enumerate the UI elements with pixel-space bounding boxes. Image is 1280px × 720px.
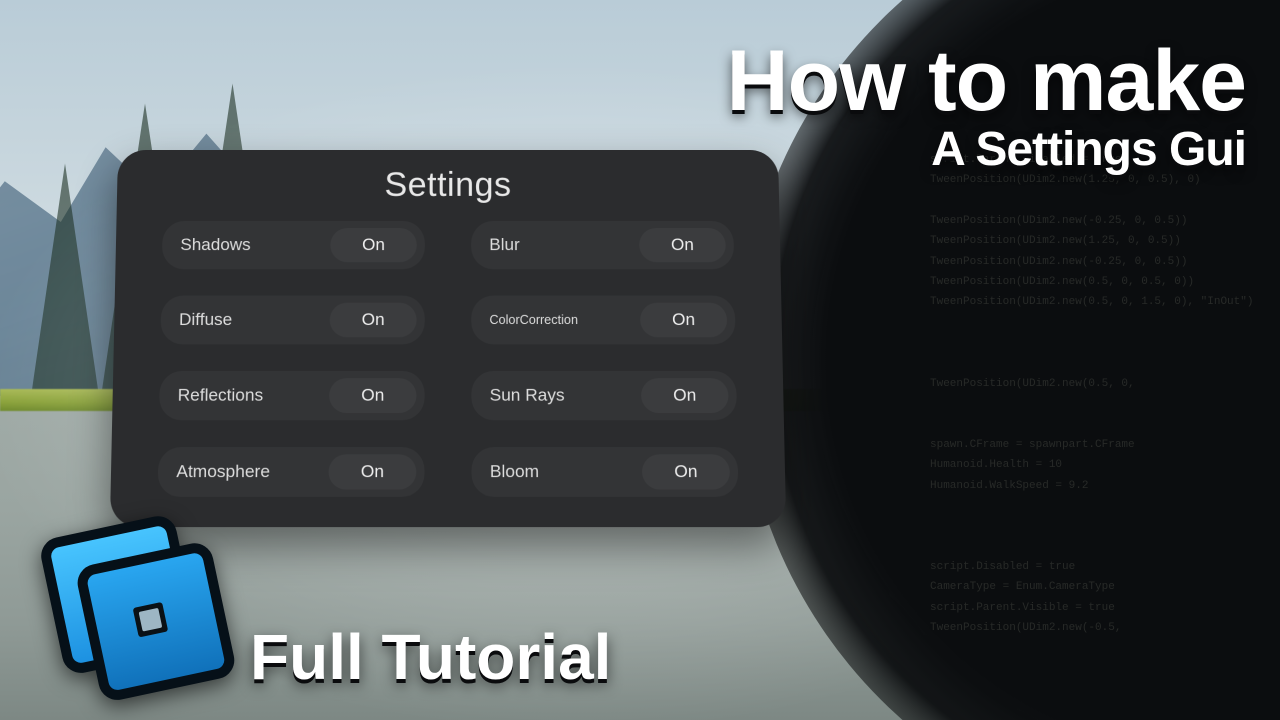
bottom-caption: Full Tutorial bbox=[250, 620, 611, 694]
settings-title: Settings bbox=[117, 166, 779, 205]
setting-label: Diffuse bbox=[179, 310, 330, 330]
setting-label: Shadows bbox=[180, 235, 330, 255]
setting-label: Bloom bbox=[490, 462, 642, 483]
headline-line1: How to make bbox=[727, 32, 1246, 131]
setting-row-atmosphere: Atmosphere On bbox=[158, 447, 425, 497]
toggle-diffuse[interactable]: On bbox=[330, 303, 417, 338]
toggle-sunrays[interactable]: On bbox=[641, 378, 729, 413]
settings-panel: Settings Shadows On Blur On Diffuse On C… bbox=[110, 150, 786, 527]
background-code-snippet: script.Parent.Disabled = true TweenPosit… bbox=[930, 150, 1260, 638]
headline-line2: A Settings Gui bbox=[931, 122, 1246, 177]
setting-label: Reflections bbox=[178, 385, 330, 406]
toggle-blur[interactable]: On bbox=[639, 228, 726, 262]
setting-row-colorcorrection: ColorCorrection On bbox=[471, 296, 735, 345]
settings-grid: Shadows On Blur On Diffuse On ColorCorre… bbox=[110, 217, 785, 497]
toggle-colorcorrection[interactable]: On bbox=[640, 303, 727, 338]
setting-row-diffuse: Diffuse On bbox=[160, 296, 424, 345]
toggle-bloom[interactable]: On bbox=[642, 454, 730, 489]
setting-row-reflections: Reflections On bbox=[159, 371, 425, 420]
setting-row-sunrays: Sun Rays On bbox=[471, 371, 737, 420]
thumbnail-stage: script.Parent.Disabled = true TweenPosit… bbox=[0, 0, 1280, 720]
setting-row-bloom: Bloom On bbox=[471, 447, 738, 497]
setting-row-blur: Blur On bbox=[471, 221, 734, 269]
setting-row-shadows: Shadows On bbox=[162, 221, 425, 269]
toggle-reflections[interactable]: On bbox=[329, 378, 417, 413]
setting-label: Atmosphere bbox=[176, 462, 328, 483]
toggle-shadows[interactable]: On bbox=[330, 228, 417, 262]
setting-label: Sun Rays bbox=[490, 385, 642, 406]
toggle-atmosphere[interactable]: On bbox=[328, 454, 416, 489]
setting-label: ColorCorrection bbox=[489, 313, 640, 327]
setting-label: Blur bbox=[489, 235, 639, 255]
roblox-studio-logo-icon bbox=[28, 510, 238, 700]
